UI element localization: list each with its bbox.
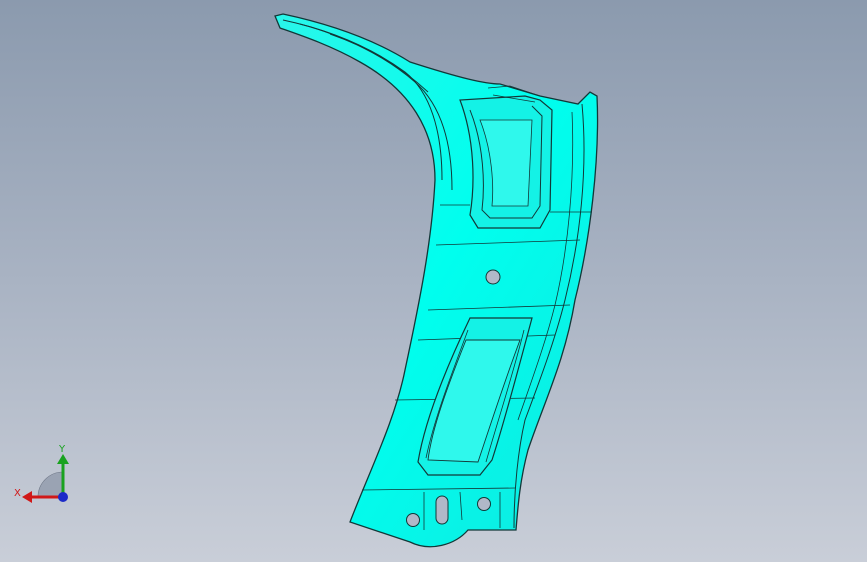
bottom-hole-left[interactable] — [406, 513, 420, 527]
z-axis-dot — [58, 492, 68, 502]
bottom-hole-right[interactable] — [477, 497, 491, 511]
triad-quadrant — [37, 471, 64, 498]
sheet-metal-part-model[interactable] — [0, 0, 867, 562]
coordinate-triad: Y X — [14, 444, 69, 503]
x-arrow-head — [22, 491, 32, 503]
graphics-viewport[interactable]: Y X — [0, 0, 867, 562]
y-axis-label: Y — [58, 444, 66, 455]
y-arrow-head — [57, 454, 69, 464]
bottom-slot[interactable] — [435, 495, 449, 525]
x-axis-label: X — [14, 488, 21, 499]
center-hole[interactable] — [485, 269, 501, 285]
